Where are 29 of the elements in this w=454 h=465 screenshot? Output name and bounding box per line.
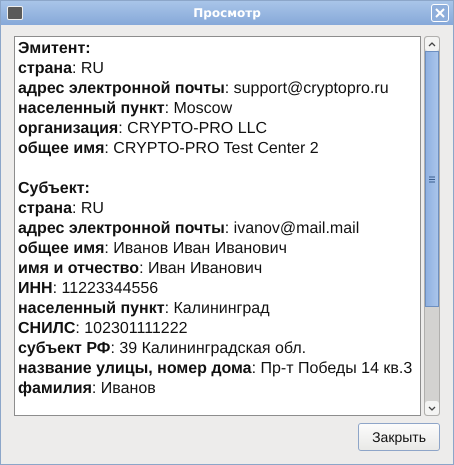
scroll-thumb[interactable] — [425, 51, 439, 307]
down-caret-icon[interactable] — [428, 406, 436, 410]
scroll-up-button[interactable] — [425, 37, 439, 51]
section-heading: Субъект: — [18, 179, 91, 199]
field-line: организация: CRYPTO-PRO LLC — [18, 119, 268, 139]
field-line: адрес электронной почты: support@cryptopro.ru — [18, 79, 390, 99]
grip-icon[interactable] — [429, 176, 435, 182]
field-line: общее имя: Иванов Иван Иванович — [18, 239, 288, 259]
section-heading: Эмитент: — [18, 39, 92, 59]
field-line: общее имя: CRYPTO-PRO Test Center 2 — [18, 139, 320, 159]
close-icon[interactable] — [435, 8, 445, 18]
field-line: СНИЛС: 102301111222 — [18, 319, 188, 339]
window-title: Просмотр — [192, 6, 262, 20]
field-line: адрес электронной почты: ivanov@mail.mail — [18, 219, 360, 239]
close-dialog-button[interactable]: Закрыть — [358, 423, 440, 451]
scrollbar[interactable] — [424, 36, 440, 416]
field-line: фамилия: Иванов — [18, 379, 157, 399]
window-icon — [7, 6, 23, 20]
field-line: населенный пункт: Moscow — [18, 99, 234, 119]
field-line: имя и отчество: Иван Иванович — [18, 259, 264, 279]
field-line: страна: RU — [18, 59, 105, 79]
field-line: ИНН: 11223344556 — [18, 279, 160, 299]
field-line: субъект РФ: 39 Калининградская обл. — [18, 339, 308, 359]
field-line: населенный пункт: Калининград — [18, 299, 271, 319]
field-line: страна: RU — [18, 199, 105, 219]
close-button[interactable] — [431, 4, 449, 22]
field-line: название улицы, номер дома: Пр-т Победы 14 кв.3 — [18, 359, 414, 379]
up-caret-icon[interactable] — [428, 42, 436, 46]
scroll-down-button[interactable] — [425, 401, 439, 415]
